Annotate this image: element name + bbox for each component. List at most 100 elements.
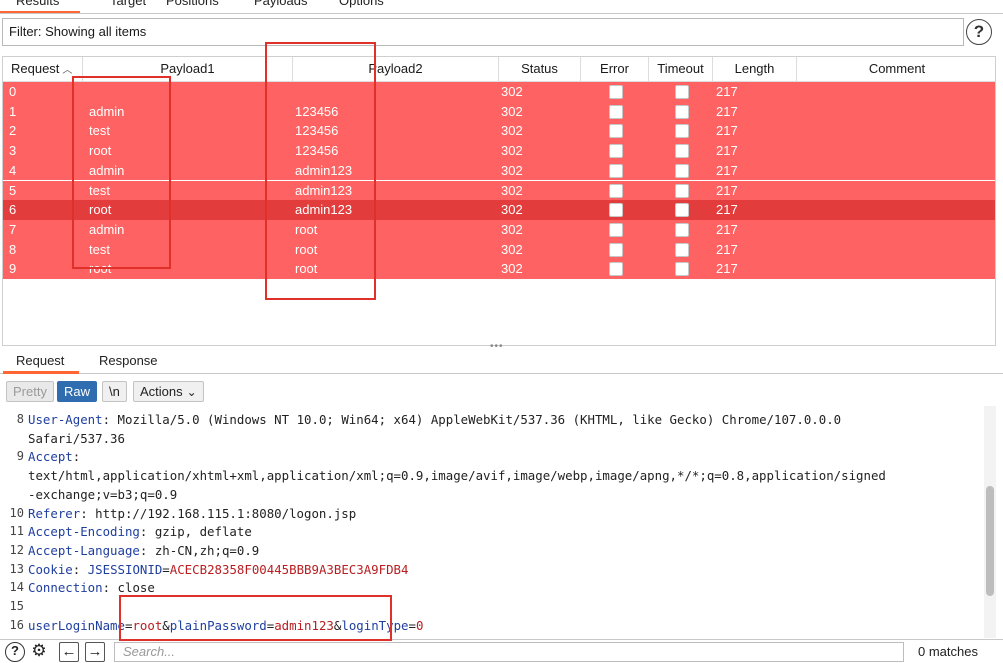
table-row[interactable]: 3 root 123456 302 217 bbox=[3, 141, 995, 161]
cell-length: 217 bbox=[716, 123, 738, 139]
header-key: Referer bbox=[28, 505, 81, 521]
header-key: Accept bbox=[28, 449, 73, 465]
newline-toggle-button[interactable]: \n bbox=[102, 381, 127, 402]
line-number: 12 bbox=[9, 542, 24, 557]
editor-scrollbar[interactable] bbox=[984, 406, 996, 638]
line-number: 13 bbox=[9, 561, 24, 576]
tab-options[interactable]: Options bbox=[339, 0, 384, 8]
code-text: & bbox=[162, 617, 170, 633]
actions-button[interactable]: Actions ⌄ bbox=[133, 381, 204, 402]
question-circle-icon[interactable]: ? bbox=[966, 19, 992, 45]
table-row[interactable]: 1 admin 123456 302 217 bbox=[3, 101, 995, 122]
header-key: JSESSIONID bbox=[87, 561, 163, 577]
cell-payload2: 123456 bbox=[295, 103, 339, 119]
table-row[interactable]: 2 test 123456 302 217 bbox=[3, 121, 995, 142]
cell-request: 2 bbox=[9, 123, 17, 139]
filter-bar[interactable]: Filter: Showing all items bbox=[2, 18, 964, 46]
cell-payload2: root bbox=[295, 241, 318, 257]
param-value: 0 bbox=[415, 617, 424, 633]
cell-payload2: 123456 bbox=[295, 123, 339, 139]
param-value: root bbox=[132, 617, 163, 633]
header-key: Accept-Language bbox=[28, 542, 140, 558]
cell-status: 302 bbox=[501, 261, 523, 277]
tab-positions[interactable]: Positions bbox=[166, 0, 219, 8]
error-checkbox bbox=[609, 203, 623, 218]
timeout-checkbox bbox=[675, 104, 689, 119]
cell-payload1: root bbox=[89, 202, 112, 218]
table-row[interactable]: 4 admin admin123 302 217 bbox=[3, 160, 995, 181]
cell-payload1: admin bbox=[89, 162, 125, 178]
column-header-status[interactable]: Status bbox=[499, 57, 581, 82]
error-checkbox bbox=[609, 124, 623, 139]
code-line: -exchange;v=b3;q=0.9 bbox=[28, 487, 177, 502]
param-value: ACECB28358F00445BBB9A3BEC3A9FDB4 bbox=[169, 561, 409, 577]
table-row[interactable]: 6 root admin123 302 217 bbox=[3, 200, 995, 220]
code-text: : gzip, deflate bbox=[139, 524, 252, 540]
code-line: userLoginName=root&plainPassword=admin12… bbox=[28, 618, 423, 633]
timeout-checkbox bbox=[675, 183, 689, 198]
cell-payload2: admin123 bbox=[295, 202, 353, 218]
timeout-checkbox bbox=[675, 85, 689, 99]
error-checkbox bbox=[609, 85, 623, 99]
cell-status: 302 bbox=[501, 162, 523, 178]
table-row[interactable]: 8 test root 302 217 bbox=[3, 239, 995, 260]
cell-status: 302 bbox=[501, 241, 523, 257]
tab-request[interactable]: Request bbox=[16, 353, 64, 368]
request-editor[interactable]: 8 User-Agent: Mozilla/5.0 (Windows NT 10.… bbox=[2, 406, 986, 636]
column-header-payload2[interactable]: Payload2 bbox=[293, 57, 499, 82]
code-line: Accept: bbox=[28, 449, 80, 464]
cell-length: 217 bbox=[716, 261, 738, 277]
cell-payload1: root bbox=[89, 143, 112, 159]
cell-request: 5 bbox=[9, 182, 17, 198]
cell-status: 302 bbox=[501, 182, 523, 198]
error-checkbox bbox=[609, 242, 623, 257]
tab-payloads[interactable]: Payloads bbox=[254, 0, 307, 8]
tab-target[interactable]: Target bbox=[110, 0, 146, 8]
active-detail-tab-indicator bbox=[3, 371, 79, 374]
code-line: Accept-Encoding: gzip, deflate bbox=[28, 524, 252, 539]
cell-payload1: admin bbox=[89, 103, 125, 119]
raw-button[interactable]: Raw bbox=[57, 381, 98, 402]
error-checkbox bbox=[609, 262, 623, 277]
code-line: Safari/537.36 bbox=[28, 431, 125, 446]
table-row[interactable]: 5 test admin123 302 217 bbox=[3, 180, 995, 201]
chevron-down-icon: ⌄ bbox=[186, 385, 197, 399]
cell-status: 302 bbox=[501, 202, 523, 218]
pane-splitter[interactable]: ••• bbox=[0, 341, 1003, 352]
cell-payload2: admin123 bbox=[295, 182, 353, 198]
pretty-button[interactable]: Pretty bbox=[6, 381, 54, 402]
table-row[interactable]: 0 302 217 bbox=[3, 82, 995, 102]
cell-payload2: admin123 bbox=[295, 162, 353, 178]
cell-status: 302 bbox=[501, 123, 523, 139]
match-count: 0 matches bbox=[918, 644, 978, 659]
line-number: 8 bbox=[16, 412, 24, 426]
line-number: 11 bbox=[9, 524, 24, 539]
gear-icon[interactable]: ⚙ bbox=[29, 642, 49, 662]
cell-payload2: 123456 bbox=[295, 143, 339, 159]
column-header-error[interactable]: Error bbox=[581, 57, 649, 82]
error-checkbox bbox=[609, 183, 623, 198]
column-header-payload1[interactable]: Payload1 bbox=[83, 57, 293, 82]
editor-toolbar: Pretty Raw \n Actions ⌄ bbox=[0, 378, 1003, 404]
search-input[interactable]: Search... bbox=[114, 642, 904, 662]
tab-response[interactable]: Response bbox=[99, 353, 158, 368]
scrollbar-thumb[interactable] bbox=[986, 486, 994, 596]
timeout-checkbox bbox=[675, 163, 689, 178]
cell-length: 217 bbox=[716, 162, 738, 178]
tab-results[interactable]: Results bbox=[16, 0, 59, 8]
question-circle-icon[interactable]: ? bbox=[5, 642, 25, 662]
table-row[interactable]: 9 root root 302 217 bbox=[3, 259, 995, 279]
table-row[interactable]: 7 admin root 302 217 bbox=[3, 219, 995, 240]
arrow-left-icon[interactable]: ← bbox=[59, 642, 79, 662]
column-header-timeout[interactable]: Timeout bbox=[649, 57, 713, 82]
line-number: 14 bbox=[9, 580, 24, 595]
arrow-right-icon[interactable]: → bbox=[85, 642, 105, 662]
error-checkbox bbox=[609, 222, 623, 237]
column-header-request[interactable]: Request ︿ bbox=[3, 57, 83, 82]
code-line: Connection: close bbox=[28, 580, 155, 595]
error-checkbox bbox=[609, 144, 623, 159]
column-header-length[interactable]: Length bbox=[713, 57, 797, 82]
cell-request: 4 bbox=[9, 162, 17, 178]
column-header-comment[interactable]: Comment bbox=[797, 57, 995, 82]
cell-payload2: root bbox=[295, 261, 318, 277]
